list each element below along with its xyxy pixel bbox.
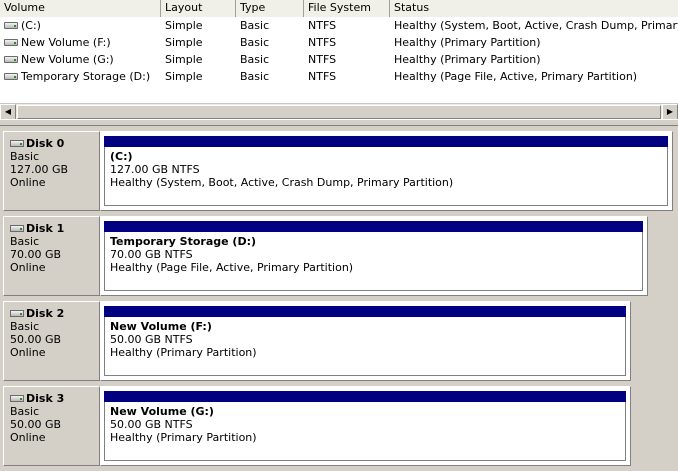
disk-state: Online [10,346,46,359]
volume-file-system: NTFS [308,53,337,66]
volume-type: Basic [240,53,270,66]
column-header-volume[interactable]: Volume [0,0,161,17]
disk-view: Disk 0 Basic 127.00 GB Online (C:) 127.0… [0,126,678,471]
volume-file-system: NTFS [308,19,337,32]
disk-size: 50.00 GB [10,333,62,346]
partition-header-bar [104,306,626,317]
column-header-status[interactable]: Status [390,0,678,17]
volume-status: Healthy (Page File, Active, Primary Part… [394,70,638,83]
volume-layout: Simple [165,36,203,49]
partition-size: 70.00 GB NTFS [110,248,193,261]
volume-type: Basic [240,36,270,49]
partition-title: (C:) [110,150,133,163]
disk-name: Disk 1 [26,222,65,235]
volume-list-header: Volume Layout Type File System Status [0,0,678,17]
scrollbar-thumb[interactable] [17,105,661,119]
partition-f[interactable]: New Volume (F:) 50.00 GB NTFS Healthy (P… [100,301,631,381]
disk-name: Disk 3 [26,392,65,405]
partition-size: 50.00 GB NTFS [110,418,193,431]
disk-state: Online [10,431,46,444]
volume-file-system: NTFS [308,70,337,83]
volume-status: Healthy (Primary Partition) [394,53,541,66]
disk-state: Online [10,261,46,274]
volume-name: Temporary Storage (D:) [21,70,151,83]
partition-status: Healthy (System, Boot, Active, Crash Dum… [110,176,454,189]
disk-row-3: Disk 3 Basic 50.00 GB Online New Volume … [0,381,678,466]
partition-header-bar [104,221,643,232]
partition-g[interactable]: New Volume (G:) 50.00 GB NTFS Healthy (P… [100,386,631,466]
scroll-right-arrow-icon[interactable]: ▶ [662,104,678,119]
volume-name: New Volume (G:) [21,53,114,66]
volume-name: (C:) [21,19,41,32]
partition-title: New Volume (F:) [110,320,212,333]
volume-file-system: NTFS [308,36,337,49]
disk-size: 50.00 GB [10,418,62,431]
column-header-file-system[interactable]: File System [304,0,390,17]
volume-layout: Simple [165,53,203,66]
partition-details: (C:) 127.00 GB NTFS Healthy (System, Boo… [104,147,668,206]
disk-row-1: Disk 1 Basic 70.00 GB Online Temporary S… [0,211,678,296]
disk-state: Online [10,176,46,189]
partition-status: Healthy (Primary Partition) [110,431,257,444]
partition-status: Healthy (Page File, Active, Primary Part… [110,261,354,274]
volume-row[interactable]: (C:) Simple Basic NTFS Healthy (System, … [0,17,678,34]
disk-icon [10,225,24,232]
partition-details: New Volume (G:) 50.00 GB NTFS Healthy (P… [104,402,626,461]
volume-status: Healthy (Primary Partition) [394,36,541,49]
volume-layout: Simple [165,19,203,32]
partition-c[interactable]: (C:) 127.00 GB NTFS Healthy (System, Boo… [100,131,673,211]
disk-row-0: Disk 0 Basic 127.00 GB Online (C:) 127.0… [0,126,678,211]
partition-header-bar [104,136,668,147]
disk-name: Disk 0 [26,137,65,150]
disk-label[interactable]: Disk 0 Basic 127.00 GB Online [3,131,100,211]
volume-type: Basic [240,19,270,32]
disk-icon [10,395,24,402]
partition-details: Temporary Storage (D:) 70.00 GB NTFS Hea… [104,232,643,291]
partition-title: Temporary Storage (D:) [110,235,257,248]
partition-title: New Volume (G:) [110,405,214,418]
partition-status: Healthy (Primary Partition) [110,346,257,359]
volume-icon [4,39,18,46]
volume-name: New Volume (F:) [21,36,111,49]
partition-size: 50.00 GB NTFS [110,333,193,346]
disk-icon [10,310,24,317]
disk-size: 70.00 GB [10,248,62,261]
disk-label[interactable]: Disk 2 Basic 50.00 GB Online [3,301,100,381]
disk-row-2: Disk 2 Basic 50.00 GB Online New Volume … [0,296,678,381]
partition-d[interactable]: Temporary Storage (D:) 70.00 GB NTFS Hea… [100,216,648,296]
scroll-left-arrow-icon[interactable]: ◀ [0,104,16,119]
volume-icon [4,73,18,80]
volume-type: Basic [240,70,270,83]
volume-row[interactable]: Temporary Storage (D:) Simple Basic NTFS… [0,68,678,85]
horizontal-scrollbar[interactable]: ◀ ▶ [0,103,678,119]
disk-label[interactable]: Disk 1 Basic 70.00 GB Online [3,216,100,296]
disk-name: Disk 2 [26,307,65,320]
disk-type: Basic [10,150,40,163]
disk-type: Basic [10,405,40,418]
partition-details: New Volume (F:) 50.00 GB NTFS Healthy (P… [104,317,626,376]
volume-icon [4,56,18,63]
column-header-layout[interactable]: Layout [161,0,236,17]
volume-status: Healthy (System, Boot, Active, Crash Dum… [394,19,678,32]
disk-icon [10,140,24,147]
volume-icon [4,22,18,29]
disk-type: Basic [10,320,40,333]
disk-size: 127.00 GB [10,163,69,176]
volume-list: Volume Layout Type File System Status (C… [0,0,678,119]
pane-splitter[interactable] [0,119,678,126]
partition-header-bar [104,391,626,402]
partition-size: 127.00 GB NTFS [110,163,200,176]
volume-row[interactable]: New Volume (G:) Simple Basic NTFS Health… [0,51,678,68]
volume-layout: Simple [165,70,203,83]
column-header-type[interactable]: Type [236,0,304,17]
disk-label[interactable]: Disk 3 Basic 50.00 GB Online [3,386,100,466]
disk-type: Basic [10,235,40,248]
volume-row[interactable]: New Volume (F:) Simple Basic NTFS Health… [0,34,678,51]
